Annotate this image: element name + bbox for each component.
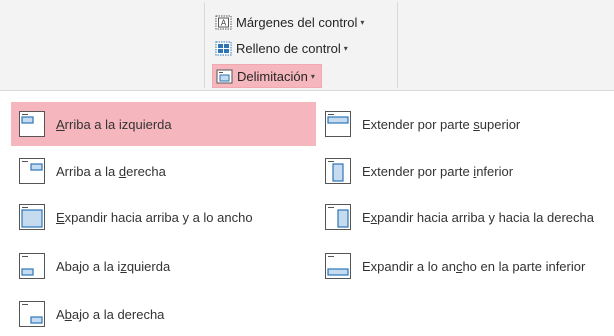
menu-item-stretch-down-right[interactable]: Expandir hacia arriba y hacia la derecha — [320, 195, 614, 239]
control-margins-button[interactable]: A Márgenes del control ▾ — [213, 11, 368, 33]
anchoring-icon — [216, 69, 233, 83]
label-text: erecha — [126, 163, 166, 179]
margins-icon: A — [215, 15, 232, 29]
menu-item-label: Arriba a la izquierda — [56, 117, 172, 132]
menu-item-top-left[interactable]: Arriba a la izquierda — [11, 102, 316, 146]
padding-icon — [215, 41, 232, 55]
menu-item-stretch-down-across[interactable]: Expandir hacia arriba y a lo ancho — [11, 195, 316, 239]
stretch-across-bottom-icon — [325, 253, 351, 279]
chevron-down-icon: ▾ — [310, 71, 315, 81]
menu-item-label: Extender por parte superior — [362, 117, 520, 132]
ribbon-separator — [397, 2, 398, 88]
anchor-top-left-icon — [19, 111, 45, 137]
menu-item-top-right[interactable]: Arriba a la derecha — [11, 149, 316, 193]
anchoring-menu: Arriba a la izquierda Arriba a la derech… — [0, 91, 614, 335]
control-margins-label: Márgenes del control — [236, 14, 358, 30]
label-text: pandir hacia arriba y hacia la derecha — [377, 209, 594, 225]
label-text: E — [362, 209, 371, 225]
access-key: E — [56, 209, 65, 225]
access-key: b — [64, 306, 72, 322]
label-text: quierda — [126, 258, 171, 274]
anchoring-label: Delimitación — [237, 68, 308, 84]
stretch-down-across-icon — [19, 204, 45, 230]
stretch-down-icon — [325, 158, 351, 184]
anchor-bottom-right-icon — [19, 301, 45, 327]
anchor-top-right-icon — [19, 158, 45, 184]
label-text: nferior — [476, 163, 514, 179]
menu-item-stretch-across-top[interactable]: Extender por parte superior — [320, 102, 614, 146]
svg-text:A: A — [221, 18, 227, 27]
stretch-down-right-icon — [325, 204, 351, 230]
label-text: Abajo a la i — [56, 258, 121, 274]
control-padding-button[interactable]: Relleno de control ▾ — [213, 37, 352, 59]
menu-item-bottom-right[interactable]: Abajo a la derecha — [11, 292, 316, 336]
label-text: Expandir a lo an — [362, 258, 456, 274]
menu-item-label: Abajo a la izquierda — [56, 259, 170, 274]
anchor-bottom-left-icon — [19, 253, 45, 279]
menu-item-label: Expandir hacia arriba y a lo ancho — [56, 210, 253, 225]
ribbon: A Márgenes del control ▾ Relleno de cont… — [0, 0, 614, 91]
anchoring-button[interactable]: Delimitación ▾ — [212, 64, 322, 88]
menu-item-label: Expandir hacia arriba y hacia la derecha — [362, 210, 594, 225]
stretch-across-top-icon — [325, 111, 351, 137]
access-key: A — [56, 116, 65, 132]
label-text: uperior — [479, 116, 521, 132]
label-text: A — [56, 306, 65, 322]
menu-item-label: Abajo a la derecha — [56, 307, 164, 322]
label-text: ho en la parte inferior — [462, 258, 586, 274]
menu-item-stretch-across-bottom[interactable]: Expandir a lo ancho en la parte inferior — [320, 244, 614, 288]
label-text: xpandir hacia arriba y a lo ancho — [64, 209, 253, 225]
label-text: Extender por parte — [362, 116, 474, 132]
menu-item-label: Arriba a la derecha — [56, 164, 166, 179]
menu-item-bottom-left[interactable]: Abajo a la izquierda — [11, 244, 316, 288]
label-text: rriba a la izquierda — [64, 116, 172, 132]
label-text: ajo a la derecha — [71, 306, 165, 322]
ribbon-separator — [204, 2, 205, 88]
menu-item-label: Extender por parte inferior — [362, 164, 513, 179]
chevron-down-icon: ▾ — [360, 17, 365, 27]
control-padding-label: Relleno de control — [236, 40, 341, 56]
menu-item-stretch-down[interactable]: Extender por parte inferior — [320, 149, 614, 193]
label-text: Extender por parte — [362, 163, 474, 179]
label-text: Arriba a la — [56, 163, 119, 179]
chevron-down-icon: ▾ — [343, 43, 348, 53]
menu-item-label: Expandir a lo ancho en la parte inferior — [362, 259, 585, 274]
